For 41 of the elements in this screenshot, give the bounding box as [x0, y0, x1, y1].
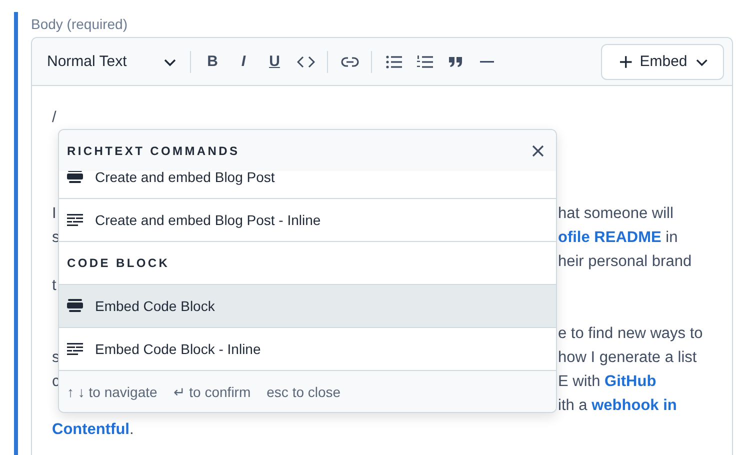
- field-label: Body (required): [31, 15, 128, 34]
- paragraph-text: ith a: [558, 397, 588, 414]
- paragraph-text: E with: [558, 373, 602, 390]
- text-link[interactable]: GitHub: [604, 373, 656, 390]
- keyboard-hint: ↵ to confirm: [173, 384, 251, 400]
- plus-icon: [620, 56, 632, 68]
- paragraph-text: how I generate a list: [558, 349, 697, 366]
- paragraph-text: I: [52, 205, 56, 222]
- text-link[interactable]: ofile README: [558, 229, 662, 246]
- text-link[interactable]: Contentful: [52, 421, 130, 438]
- command-item[interactable]: Create and embed Blog Post: [59, 171, 556, 199]
- block-embed-icon: [67, 299, 83, 313]
- paragraph-text: .: [129, 421, 134, 438]
- paragraph-text: heir personal brand: [558, 253, 692, 270]
- inline-embed-icon: [67, 214, 83, 226]
- bold-button[interactable]: B: [197, 46, 228, 76]
- paragraph-text: t: [52, 277, 56, 294]
- section-heading: RICHTEXT COMMANDS: [67, 144, 240, 158]
- close-button[interactable]: [532, 144, 544, 156]
- command-item[interactable]: Embed Code Block: [59, 285, 556, 328]
- section-heading: CODE BLOCK: [67, 256, 170, 270]
- inline-embed-icon: [67, 343, 83, 355]
- underline-button[interactable]: U: [259, 46, 290, 76]
- keyboard-hint: ↑ ↓ to navigate: [67, 384, 158, 400]
- horizontal-rule-icon[interactable]: [480, 60, 494, 64]
- keyboard-hint: esc to close: [266, 384, 341, 400]
- block-embed-icon: [67, 171, 83, 184]
- paragraph-text: e to find new ways to: [558, 325, 703, 342]
- numbered-list-icon[interactable]: [416, 54, 432, 68]
- paragraph-text: hat someone will: [558, 205, 674, 222]
- paragraph-text: in: [664, 229, 678, 246]
- quote-icon[interactable]: [449, 56, 462, 66]
- slash-command-text: /: [52, 108, 56, 128]
- text-style-dropdown[interactable]: Normal Text: [40, 46, 184, 78]
- bulleted-list-icon[interactable]: [386, 54, 402, 68]
- code-icon[interactable]: [296, 56, 314, 68]
- command-item[interactable]: Create and embed Blog Post - Inline: [59, 199, 556, 242]
- text-link[interactable]: webhook in: [592, 397, 677, 414]
- link-icon[interactable]: [340, 56, 358, 66]
- italic-button[interactable]: I: [228, 46, 259, 76]
- embed-button[interactable]: Embed: [601, 44, 724, 80]
